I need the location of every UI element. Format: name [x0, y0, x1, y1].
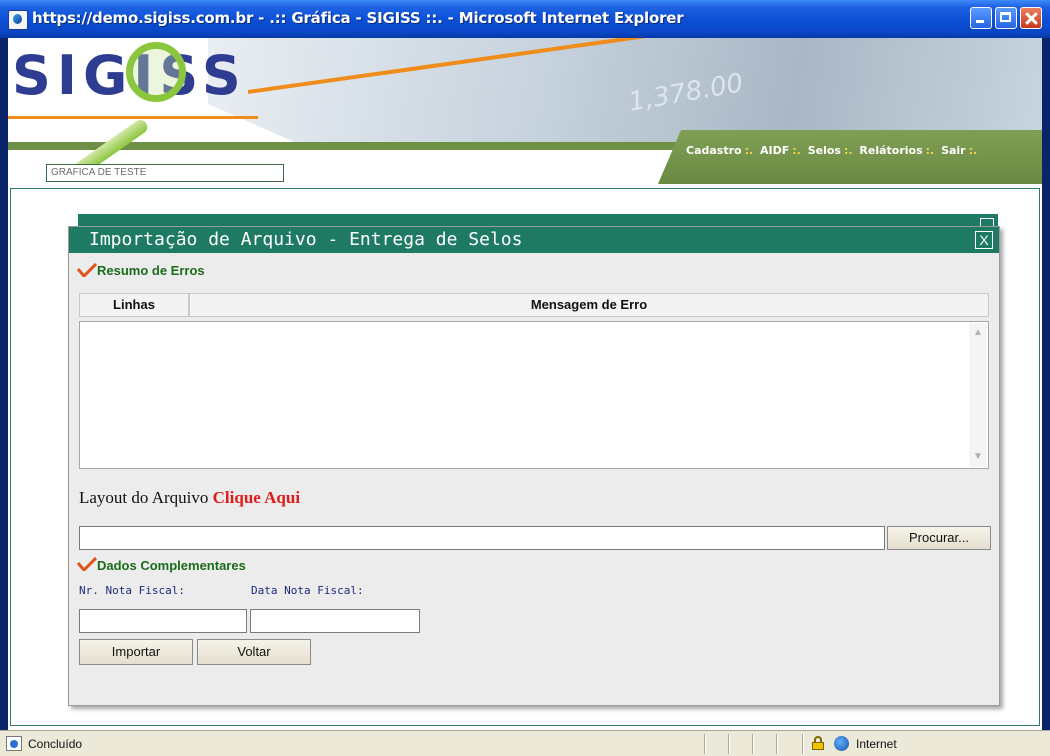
menu-item-selos[interactable]: Selos	[808, 144, 841, 157]
errors-list[interactable]: ▲ ▼	[79, 321, 989, 469]
dialog-title: Importação de Arquivo - Entrega de Selos	[89, 229, 523, 250]
back-button[interactable]: Voltar	[197, 639, 311, 665]
errors-scrollbar[interactable]: ▲ ▼	[969, 323, 987, 467]
title-bar: https://demo.sigiss.com.br - .:: Gráfica…	[0, 0, 1050, 38]
page-viewport: 1,378.00 SIGISS GRAFICA DE TESTE Cadastr…	[8, 38, 1042, 730]
browser-window: https://demo.sigiss.com.br - .:: Gráfica…	[0, 0, 1050, 756]
dialog-close-button[interactable]: X	[975, 231, 993, 249]
errors-section-title: Resumo de Erros	[97, 263, 205, 278]
file-path-input[interactable]	[79, 526, 885, 550]
status-divider	[776, 734, 778, 754]
security-zone-text: Internet	[856, 737, 897, 751]
main-menu: Cadastro:. AIDF:. Selos:. Relátorios:. S…	[658, 130, 1042, 184]
scroll-down-icon[interactable]: ▼	[970, 449, 986, 465]
menu-item-relatorios[interactable]: Relátorios	[859, 144, 922, 157]
column-header-lines: Linhas	[80, 294, 190, 316]
menu-separator: :.	[968, 144, 978, 157]
status-text: Concluído	[28, 737, 83, 751]
extra-data-section-title: Dados Complementares	[97, 558, 246, 573]
window-title: https://demo.sigiss.com.br - .:: Gráfica…	[32, 9, 684, 27]
company-name-box: GRAFICA DE TESTE	[46, 164, 284, 182]
checkmark-icon	[77, 263, 97, 277]
menu-separator: :.	[925, 144, 935, 157]
menu-separator: :.	[843, 144, 853, 157]
browse-button[interactable]: Procurar...	[887, 526, 991, 550]
menu-separator: :.	[792, 144, 801, 157]
status-divider	[752, 734, 754, 754]
magnifier-icon	[126, 42, 186, 102]
invoice-number-field[interactable]	[79, 609, 247, 633]
invoice-number-label: Nr. Nota Fiscal:	[79, 584, 185, 597]
minimize-button[interactable]	[970, 7, 992, 29]
lock-icon	[812, 736, 824, 750]
checkmark-icon	[77, 557, 97, 571]
import-dialog: Importação de Arquivo - Entrega de Selos…	[68, 226, 1000, 706]
file-layout-link[interactable]: Clique Aqui	[213, 488, 300, 507]
menu-items: Cadastro:. AIDF:. Selos:. Relátorios:. S…	[686, 144, 980, 157]
banner-orange-line-left	[8, 116, 258, 119]
ie-icon	[8, 10, 28, 30]
site-banner: 1,378.00 SIGISS GRAFICA DE TESTE Cadastr…	[8, 38, 1042, 188]
dialog-header: Importação de Arquivo - Entrega de Selos…	[69, 227, 999, 253]
column-header-message: Mensagem de Erro	[530, 297, 648, 312]
menu-item-sair[interactable]: Sair	[941, 144, 966, 157]
import-button[interactable]: Importar	[79, 639, 193, 665]
globe-icon	[834, 736, 849, 751]
page-icon	[6, 736, 22, 751]
status-divider	[802, 734, 804, 754]
status-bar: Concluído Internet	[0, 730, 1050, 756]
maximize-button[interactable]	[995, 7, 1017, 29]
status-divider	[728, 734, 730, 754]
menu-separator: :.	[744, 144, 754, 157]
menu-item-cadastro[interactable]: Cadastro	[686, 144, 742, 157]
invoice-date-label: Data Nota Fiscal:	[251, 584, 364, 597]
menu-item-aidf[interactable]: AIDF	[760, 144, 789, 157]
file-layout-label: Layout do Arquivo	[79, 488, 209, 507]
errors-table-header: Linhas Mensagem de Erro	[79, 293, 989, 317]
invoice-date-field[interactable]	[250, 609, 420, 633]
file-layout-line: Layout do Arquivo Clique Aqui	[79, 488, 300, 508]
close-window-button[interactable]	[1020, 7, 1042, 29]
scroll-up-icon[interactable]: ▲	[970, 325, 986, 341]
status-divider	[704, 734, 706, 754]
